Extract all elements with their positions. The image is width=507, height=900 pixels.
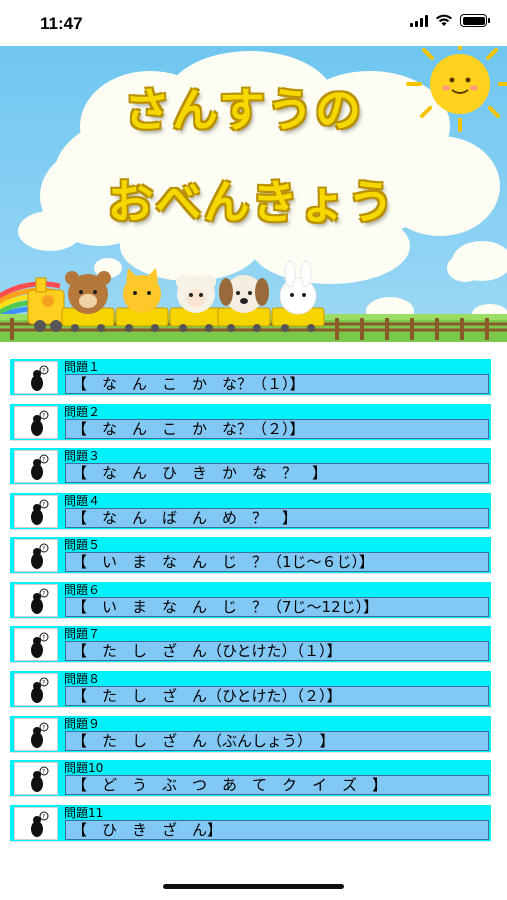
status-bar: 11:47 (0, 0, 507, 46)
svg-text:?: ? (42, 546, 45, 553)
problem-title: 【 た し ざ ん（ひとけた）（２）】 (65, 686, 489, 706)
question-thinking-icon: ? (14, 584, 58, 617)
problem-title: 【 な ん ひ き か な ？ 】 (65, 463, 489, 483)
list-item[interactable]: ? 問題２ 【 な ん こ か な？（２）】 (10, 404, 491, 441)
problem-number: 問題１ (64, 360, 101, 374)
svg-text:?: ? (42, 502, 45, 509)
cellular-signal-icon (410, 14, 428, 27)
question-thinking-icon: ? (14, 762, 58, 795)
problem-number: 問題３ (64, 449, 101, 463)
problem-title: 【 い ま な ん じ ？（7じ～12じ）】 (65, 597, 489, 617)
problem-number: 問題８ (64, 672, 101, 686)
svg-text:?: ? (42, 413, 45, 420)
list-item[interactable]: ? 問題８ 【 た し ざ ん（ひとけた）（２）】 (10, 671, 491, 708)
banner-title-line2: おべんきょう (107, 175, 396, 229)
wifi-icon (436, 14, 452, 26)
list-item[interactable]: ? 問題３ 【 な ん ひ き か な ？ 】 (10, 448, 491, 485)
banner-title-line1: さんすうの (123, 83, 364, 137)
status-icons (410, 14, 490, 27)
list-item[interactable]: ? 問題１ 【 な ん こ か な？（１）】 (10, 359, 491, 396)
svg-text:?: ? (42, 725, 45, 732)
problem-title: 【 な ん こ か な？（２）】 (65, 419, 489, 439)
problem-number: 問題７ (64, 627, 101, 641)
svg-text:?: ? (42, 457, 45, 464)
list-item[interactable]: ? 問題９ 【 た し ざ ん（ぶんしょう） 】 (10, 716, 491, 753)
problem-number: 問題６ (64, 583, 101, 597)
question-thinking-icon: ? (14, 539, 58, 572)
problem-title: 【 な ん こ か な？（１）】 (65, 374, 489, 394)
problem-title: 【 い ま な ん じ ？（1じ～６じ）】 (65, 552, 489, 572)
problem-title: 【 た し ざ ん（ぶんしょう） 】 (65, 731, 489, 751)
problem-title: 【 な ん ば ん め ？ 】 (65, 508, 489, 528)
problem-number: 問題２ (64, 405, 101, 419)
question-thinking-icon: ? (14, 718, 58, 751)
problem-number: 問題９ (64, 717, 101, 731)
problem-title: 【 た し ざ ん（ひとけた）（１）】 (65, 641, 489, 661)
home-indicator[interactable] (163, 884, 344, 889)
list-item[interactable]: ? 問題11 【 ひ き ざ ん】 (10, 805, 491, 842)
list-item[interactable]: ? 問題４ 【 な ん ば ん め ？ 】 (10, 493, 491, 530)
list-item[interactable]: ? 問題７ 【 た し ざ ん（ひとけた）（１）】 (10, 626, 491, 663)
svg-text:?: ? (42, 814, 45, 821)
question-thinking-icon: ? (14, 361, 58, 394)
problem-title: 【 ど う ぶ つ あ て ク イ ズ 】 (65, 775, 489, 795)
battery-icon (460, 14, 490, 27)
question-thinking-icon: ? (14, 450, 58, 483)
problem-number: 問題10 (64, 761, 104, 775)
problem-number: 問題４ (64, 494, 101, 508)
svg-text:?: ? (42, 680, 45, 687)
question-thinking-icon: ? (14, 673, 58, 706)
svg-text:?: ? (42, 368, 45, 375)
list-item[interactable]: ? 問題５ 【 い ま な ん じ ？（1じ～６じ）】 (10, 537, 491, 574)
question-thinking-icon: ? (14, 807, 58, 840)
title-banner: さんすうの おべんきょう (0, 46, 507, 342)
question-thinking-icon: ? (14, 495, 58, 528)
svg-text:?: ? (42, 591, 45, 598)
problem-title: 【 ひ き ざ ん】 (65, 820, 489, 840)
list-item[interactable]: ? 問題10 【 ど う ぶ つ あ て ク イ ズ 】 (10, 760, 491, 797)
status-time: 11:47 (40, 14, 83, 33)
svg-text:?: ? (42, 635, 45, 642)
svg-text:?: ? (42, 769, 45, 776)
problem-number: 問題５ (64, 538, 101, 552)
question-thinking-icon: ? (14, 628, 58, 661)
list-item[interactable]: ? 問題６ 【 い ま な ん じ ？（7じ～12じ）】 (10, 582, 491, 619)
problem-number: 問題11 (64, 806, 104, 820)
question-thinking-icon: ? (14, 406, 58, 439)
